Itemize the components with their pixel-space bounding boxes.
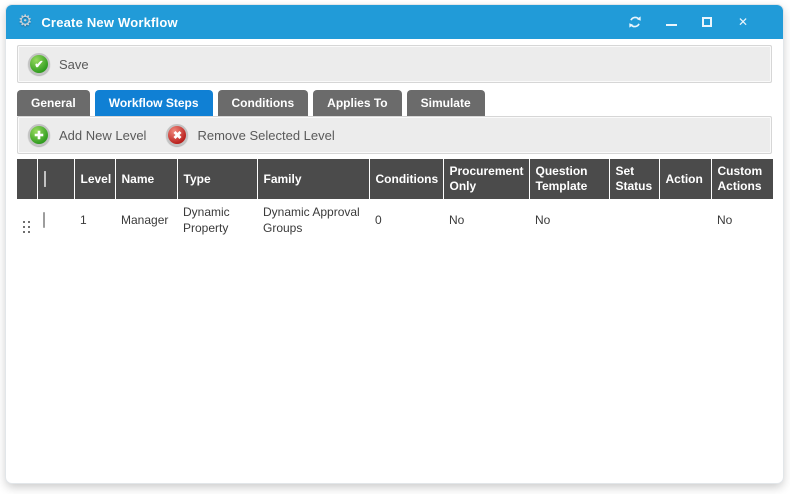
cell-custom-actions: No xyxy=(711,199,773,243)
tab-conditions[interactable]: Conditions xyxy=(218,90,309,116)
column-header-name: Name xyxy=(115,159,177,199)
tab-applies-to[interactable]: Applies To xyxy=(313,90,401,116)
maximize-icon xyxy=(702,17,712,27)
tab-simulate[interactable]: Simulate xyxy=(407,90,485,116)
cell-procurement-only: No xyxy=(443,199,529,243)
cell-action xyxy=(659,199,711,243)
save-button[interactable]: ✔ Save xyxy=(28,53,89,75)
column-header-family: Family xyxy=(257,159,369,199)
remove-selected-level-label: Remove Selected Level xyxy=(197,128,334,143)
dialog-window: ⚙ Create New Workflow ✕ ✔ Save xyxy=(6,5,783,483)
tab-bar: General Workflow Steps Conditions Applie… xyxy=(17,90,772,116)
add-plus-icon: ✚ xyxy=(28,124,50,146)
column-header-custom-actions: Custom Actions xyxy=(711,159,773,199)
remove-x-icon: ✖ xyxy=(166,124,188,146)
cell-level: 1 xyxy=(74,199,115,243)
level-toolbar: ✚ Add New Level ✖ Remove Selected Level xyxy=(17,116,772,154)
titlebar: ⚙ Create New Workflow ✕ xyxy=(6,5,783,39)
save-toolbar: ✔ Save xyxy=(17,45,772,83)
select-all-checkbox[interactable] xyxy=(44,171,46,187)
column-header-question-template: Question Template xyxy=(529,159,609,199)
column-header-select xyxy=(37,159,74,199)
column-header-set-status: Set Status xyxy=(609,159,659,199)
save-label: Save xyxy=(59,57,89,72)
tab-workflow-steps[interactable]: Workflow Steps xyxy=(95,90,213,116)
table-row: 1 Manager Dynamic Property Dynamic Appro… xyxy=(17,199,773,243)
row-checkbox[interactable] xyxy=(43,212,45,228)
save-check-icon: ✔ xyxy=(28,53,50,75)
window-controls: ✕ xyxy=(627,14,771,30)
minimize-button[interactable] xyxy=(663,14,679,30)
cell-type: Dynamic Property xyxy=(177,199,257,243)
cell-name: Manager xyxy=(115,199,177,243)
cell-set-status xyxy=(609,199,659,243)
row-select-cell xyxy=(37,199,74,243)
column-header-level: Level xyxy=(74,159,115,199)
dialog-content: ✔ Save General Workflow Steps Conditions… xyxy=(6,39,783,243)
workflow-steps-table: Level Name Type Family Conditions Procur… xyxy=(17,159,773,243)
close-button[interactable]: ✕ xyxy=(735,14,751,30)
cell-conditions: 0 xyxy=(369,199,443,243)
remove-selected-level-button[interactable]: ✖ Remove Selected Level xyxy=(166,124,334,146)
column-header-drag xyxy=(17,159,37,199)
gear-icon: ⚙ xyxy=(18,14,32,30)
add-new-level-label: Add New Level xyxy=(59,128,146,143)
column-header-action: Action xyxy=(659,159,711,199)
cell-question-template: No xyxy=(529,199,609,243)
cell-family: Dynamic Approval Groups xyxy=(257,199,369,243)
table-header-row: Level Name Type Family Conditions Procur… xyxy=(17,159,773,199)
column-header-type: Type xyxy=(177,159,257,199)
refresh-icon[interactable] xyxy=(627,14,643,30)
maximize-button[interactable] xyxy=(699,14,715,30)
add-new-level-button[interactable]: ✚ Add New Level xyxy=(28,124,146,146)
column-header-conditions: Conditions xyxy=(369,159,443,199)
tab-general[interactable]: General xyxy=(17,90,90,116)
refresh-icon-svg xyxy=(628,15,642,29)
row-drag-cell xyxy=(17,199,37,243)
minimize-icon xyxy=(666,24,677,26)
column-header-procurement-only: Procurement Only xyxy=(443,159,529,199)
window-title: Create New Workflow xyxy=(41,15,177,30)
